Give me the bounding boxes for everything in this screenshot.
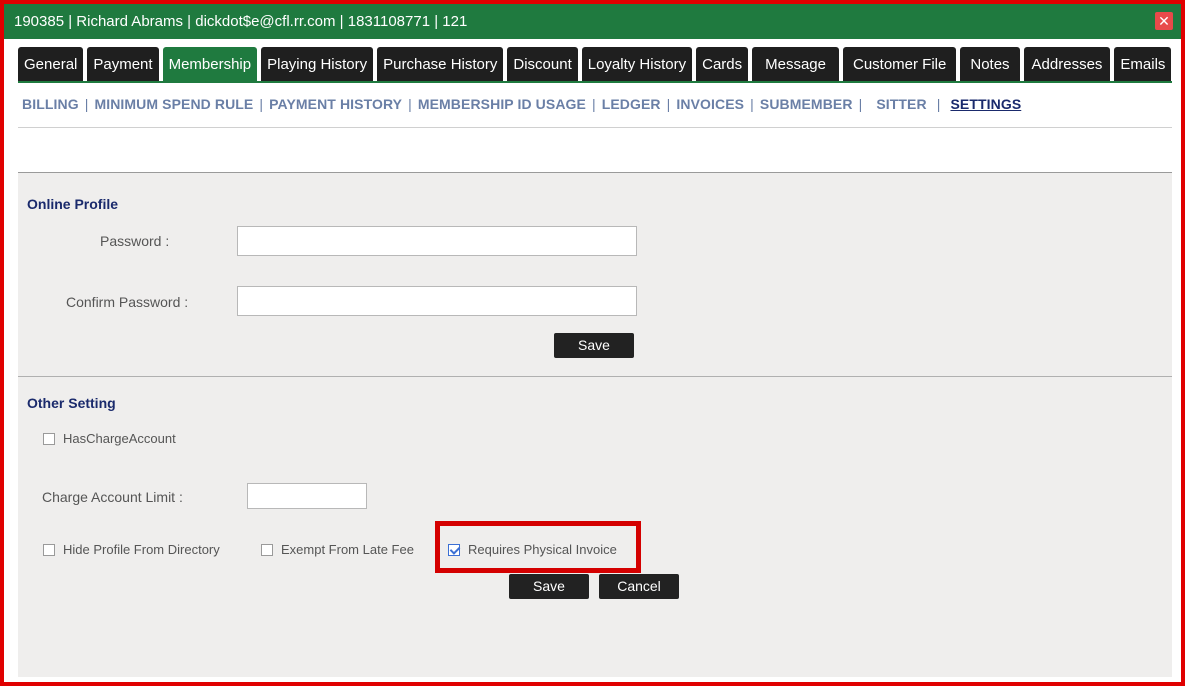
window-title: 190385 | Richard Abrams | dickdot$e@cfl.… — [14, 13, 468, 30]
subnav-separator: | — [408, 96, 412, 112]
window-titlebar: 190385 | Richard Abrams | dickdot$e@cfl.… — [4, 4, 1181, 39]
subnav-sitter[interactable]: SITTER — [876, 96, 926, 112]
online-profile-title: Online Profile — [27, 196, 119, 212]
tab-general[interactable]: General — [18, 47, 84, 82]
charge-account-limit-label: Charge Account Limit : — [42, 489, 183, 505]
main-tabs: General Payment Membership Playing Histo… — [18, 47, 1175, 82]
settings-panel: Online Profile Password : Confirm Passwo… — [18, 172, 1172, 677]
tab-message[interactable]: Message — [752, 47, 839, 82]
password-input[interactable] — [237, 226, 637, 256]
checkbox-box[interactable] — [43, 432, 55, 445]
section-divider — [18, 376, 1172, 377]
subnav-minimum-spend-rule[interactable]: MINIMUM SPEND RULE — [94, 96, 253, 112]
has-charge-account-label: HasChargeAccount — [63, 431, 176, 446]
password-label: Password : — [100, 233, 170, 249]
subnav-invoices[interactable]: INVOICES — [676, 96, 744, 112]
has-charge-account-checkbox[interactable]: HasChargeAccount — [43, 431, 176, 446]
close-icon[interactable]: ✕ — [1155, 12, 1173, 30]
charge-account-limit-input[interactable] — [247, 483, 367, 509]
subnav-membership-id-usage[interactable]: MEMBERSHIP ID USAGE — [418, 96, 586, 112]
subnav-separator: | — [84, 96, 89, 112]
subnav-submember[interactable]: SUBMEMBER — [760, 96, 853, 112]
tab-payment[interactable]: Payment — [87, 47, 159, 82]
tab-loyalty-history[interactable]: Loyalty History — [581, 47, 693, 82]
subnav-payment-history[interactable]: PAYMENT HISTORY — [269, 96, 402, 112]
checkbox-box[interactable] — [261, 543, 273, 556]
highlight-box — [435, 521, 641, 573]
subnav-settings[interactable]: SETTINGS — [950, 96, 1021, 112]
subnav-ledger[interactable]: LEDGER — [602, 96, 661, 112]
tab-purchase-history[interactable]: Purchase History — [377, 47, 504, 82]
cancel-button[interactable]: Cancel — [599, 574, 679, 599]
tab-customer-file[interactable]: Customer File — [843, 47, 957, 82]
subnav-separator: | — [750, 96, 754, 112]
save-profile-button[interactable]: Save — [554, 333, 634, 358]
tabs-underline — [18, 81, 1172, 83]
subnav-separator: | — [936, 96, 941, 112]
confirm-password-input[interactable] — [237, 286, 637, 316]
confirm-password-label: Confirm Password : — [66, 294, 189, 310]
sub-navigation: BILLING | MINIMUM SPEND RULE | PAYMENT HISTO… — [22, 96, 1021, 112]
tab-notes[interactable]: Notes — [960, 47, 1020, 82]
hide-profile-label: Hide Profile From Directory — [63, 542, 220, 557]
other-setting-title: Other Setting — [27, 395, 116, 411]
subnav-separator: | — [591, 96, 596, 112]
tab-membership[interactable]: Membership — [162, 47, 258, 82]
subnav-separator: | — [259, 96, 264, 112]
tab-cards[interactable]: Cards — [696, 47, 749, 82]
subnav-separator: | — [858, 96, 863, 112]
tab-emails[interactable]: Emails — [1114, 47, 1172, 82]
tab-discount[interactable]: Discount — [507, 47, 578, 82]
save-settings-button[interactable]: Save — [509, 574, 589, 599]
exempt-late-fee-checkbox[interactable]: Exempt From Late Fee — [261, 542, 414, 557]
subnav-separator: | — [666, 96, 671, 112]
hide-profile-checkbox[interactable]: Hide Profile From Directory — [43, 542, 220, 557]
subnav-billing[interactable]: BILLING — [22, 96, 79, 112]
exempt-late-fee-label: Exempt From Late Fee — [281, 542, 414, 557]
tab-playing-history[interactable]: Playing History — [261, 47, 374, 82]
tab-addresses[interactable]: Addresses — [1023, 47, 1111, 82]
subnav-divider — [18, 127, 1172, 128]
checkbox-box[interactable] — [43, 543, 55, 556]
